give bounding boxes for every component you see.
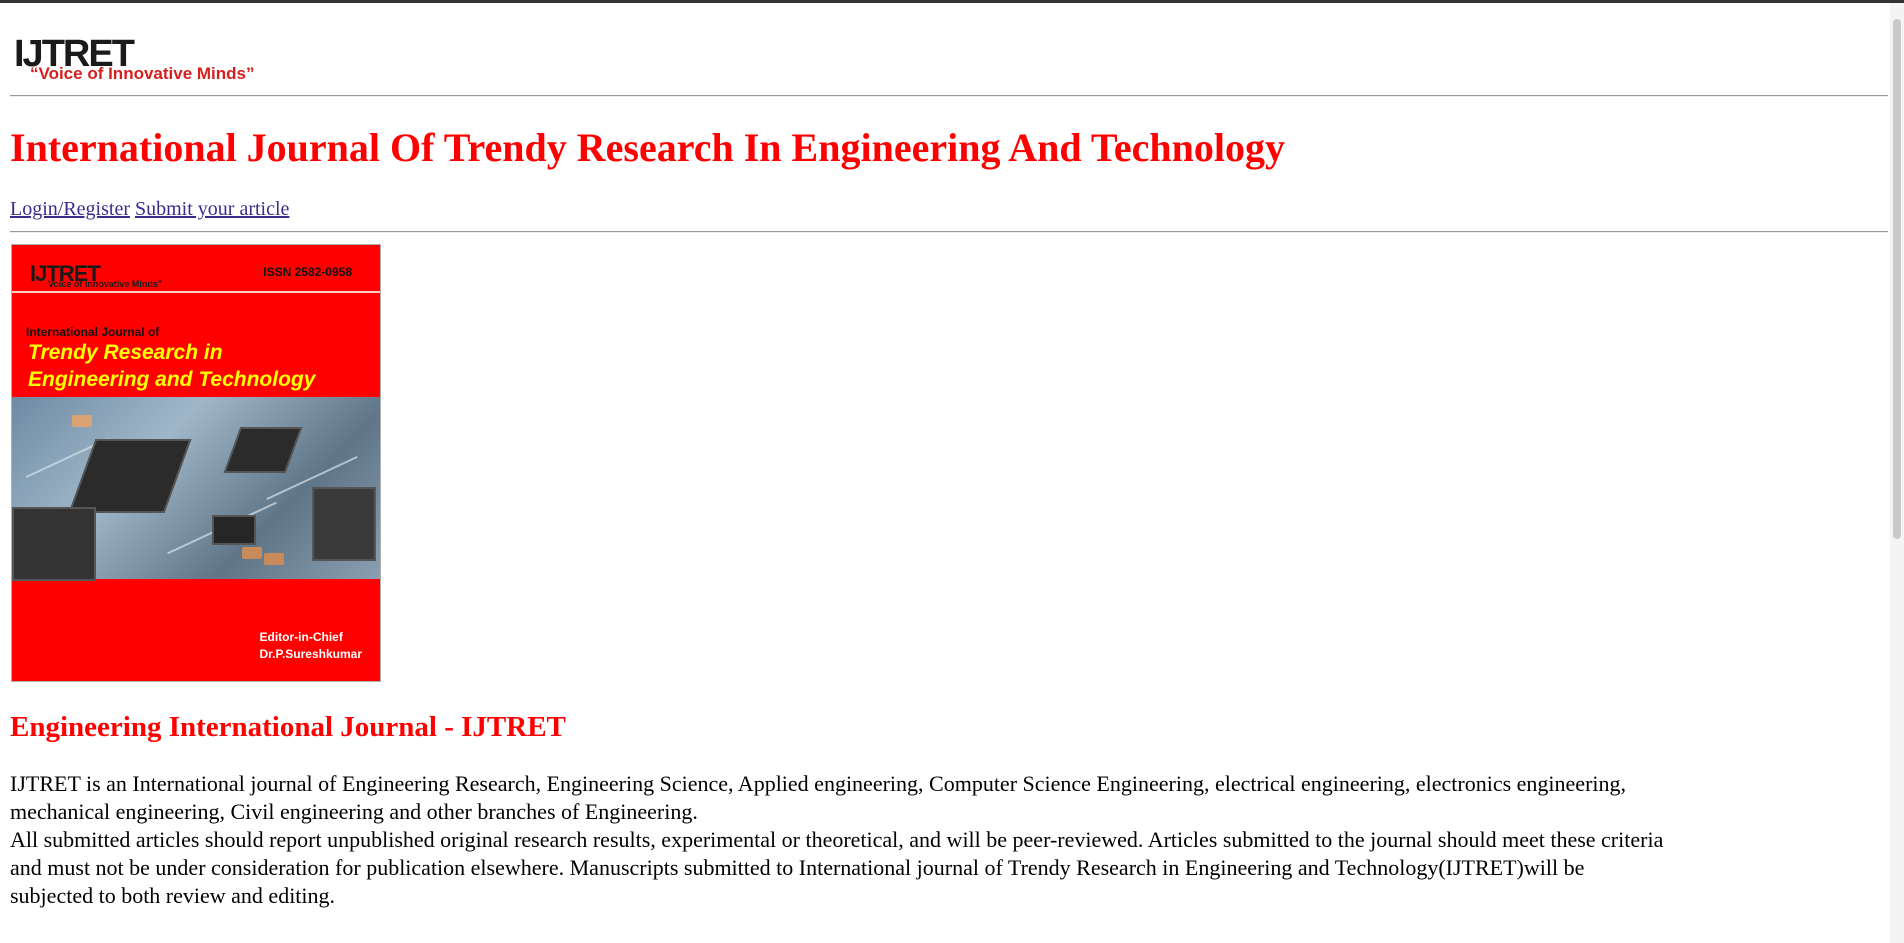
scrollbar-thumb[interactable] (1893, 19, 1901, 539)
page-title: International Journal Of Trendy Research… (10, 125, 1286, 170)
cover-editor-block: Editor-in-Chief Dr.P.Sureshkumar (260, 629, 363, 663)
circuit-board-photo (12, 397, 380, 581)
intro-paragraph: IJTRET is an International journal of En… (10, 770, 1888, 910)
cover-editor-role: Editor-in-Chief (259, 630, 343, 644)
submission-line: All submitted articles should report unp… (10, 827, 1664, 852)
site-logo[interactable]: IJTRET “Voice of Innovative Minds” (14, 34, 274, 84)
cover-title-line2: Engineering and Technology (28, 368, 316, 391)
vertical-scrollbar[interactable] (1890, 3, 1904, 943)
cover-title-line1: Trendy Research in (28, 341, 223, 364)
microchip-graphic (212, 515, 256, 545)
microchip-graphic (312, 487, 376, 561)
submission-line: and must not be under consideration for … (10, 855, 1585, 880)
intro-line: mechanical engineering, Civil engineerin… (10, 799, 698, 824)
submission-line: subjected to both review and editing. (10, 883, 336, 908)
cover-subtitle: International Journal of (26, 325, 160, 339)
microchip-graphic (68, 439, 192, 513)
capacitor-graphic (264, 553, 284, 565)
browser-top-border (0, 0, 1904, 3)
submit-article-link[interactable]: Submit your article (135, 198, 289, 220)
microchip-graphic (12, 507, 96, 581)
divider-top (10, 95, 1888, 97)
section-heading: Engineering International Journal - IJTR… (10, 711, 566, 743)
divider-nav (10, 231, 1888, 233)
logo-tagline: “Voice of Innovative Minds” (30, 64, 255, 83)
nav-links: Login/Register Submit your article (10, 196, 289, 222)
cover-editor-name: Dr.P.Sureshkumar (259, 647, 363, 661)
login-register-link[interactable]: Login/Register (10, 198, 130, 220)
cover-issn: ISSN 2582-0958 (263, 265, 352, 279)
journal-cover-image: IJTRET Voice of Innovative Minds" ISSN 2… (11, 244, 381, 682)
capacitor-graphic (242, 547, 262, 559)
intro-line: IJTRET is an International journal of En… (10, 771, 1627, 796)
capacitor-graphic (72, 415, 92, 427)
cover-divider (12, 291, 380, 293)
cover-logo-tagline: Voice of Innovative Minds" (48, 279, 163, 289)
microchip-graphic (223, 427, 303, 473)
